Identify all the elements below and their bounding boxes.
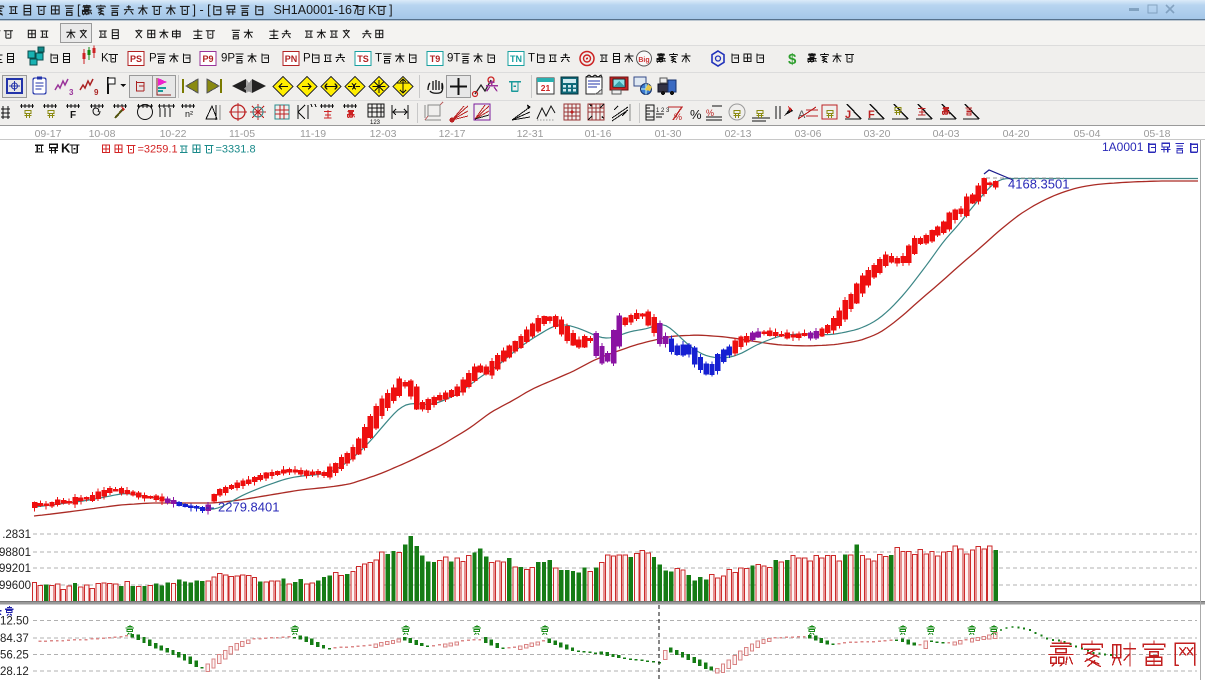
svg-text:1 2 3: 1 2 3 [656,108,670,114]
svg-text:02-13: 02-13 [725,128,752,140]
svg-text:%: % [674,112,682,122]
svg-text:T9: T9 [430,54,441,64]
svg-text:K: K [101,53,109,65]
svg-text:9: 9 [94,88,99,97]
svg-text:01-30: 01-30 [655,128,682,140]
svg-text:.2831: .2831 [2,529,31,541]
svg-text:21: 21 [541,83,551,93]
svg-text:9T: 9T [447,53,460,65]
svg-text:P: P [303,53,311,65]
svg-text:F: F [868,109,875,121]
svg-text:04-03: 04-03 [933,128,960,140]
svg-text:10-22: 10-22 [160,128,187,140]
svg-text:TN: TN [510,54,522,64]
svg-text:01-16: 01-16 [585,128,612,140]
svg-text:[: [ [77,3,81,17]
svg-text:12-17: 12-17 [439,128,466,140]
svg-text:03-06: 03-06 [795,128,822,140]
svg-text:03-20: 03-20 [864,128,891,140]
svg-text:05-04: 05-04 [1074,128,1101,140]
svg-text:11-19: 11-19 [300,128,326,140]
svg-text:]: ] [389,3,392,17]
svg-text:PS: PS [130,54,142,64]
svg-text:56.25: 56.25 [0,650,29,662]
svg-text:2279.8401: 2279.8401 [218,499,279,514]
svg-text:84.37: 84.37 [0,633,29,645]
svg-text:11-05: 11-05 [229,128,255,140]
svg-text:P9: P9 [202,54,213,64]
svg-text:12.50: 12.50 [0,616,29,628]
svg-text:=3259.1: =3259.1 [138,143,178,155]
svg-text:04-20: 04-20 [1003,128,1030,140]
svg-text:10-08: 10-08 [89,128,116,140]
svg-text:TS: TS [357,54,369,64]
svg-text:123: 123 [370,120,381,126]
svg-text:=3331.8: =3331.8 [216,143,256,155]
svg-text:n²: n² [185,109,193,119]
svg-text:99600: 99600 [0,580,31,592]
svg-text:1A0001: 1A0001 [1102,140,1147,154]
svg-text:3: 3 [69,88,74,97]
svg-text:SH1A0001-167: SH1A0001-167 [267,3,359,17]
svg-text:K: K [368,3,377,17]
svg-text:T: T [375,53,382,65]
svg-text:%: % [690,107,702,122]
svg-text:4168.3501: 4168.3501 [1008,176,1069,191]
svg-text:05-18: 05-18 [1144,128,1171,140]
svg-text:K: K [61,140,71,155]
svg-text:F: F [70,110,76,121]
svg-text:PN: PN [285,54,298,64]
svg-text:T: T [528,53,535,65]
svg-text:] - [: ] - [ [193,3,212,17]
svg-text:09-17: 09-17 [35,128,62,140]
svg-text:12-03: 12-03 [370,128,397,140]
svg-text:28.12: 28.12 [0,666,29,678]
svg-text:99201: 99201 [0,563,31,575]
svg-text:9P: 9P [221,53,235,65]
svg-text:12-31: 12-31 [517,128,544,140]
svg-text:$: $ [788,51,797,68]
svg-text:98801: 98801 [0,547,31,559]
svg-text:Big: Big [638,57,649,64]
svg-text:P: P [149,53,157,65]
svg-text:J: J [845,109,851,121]
